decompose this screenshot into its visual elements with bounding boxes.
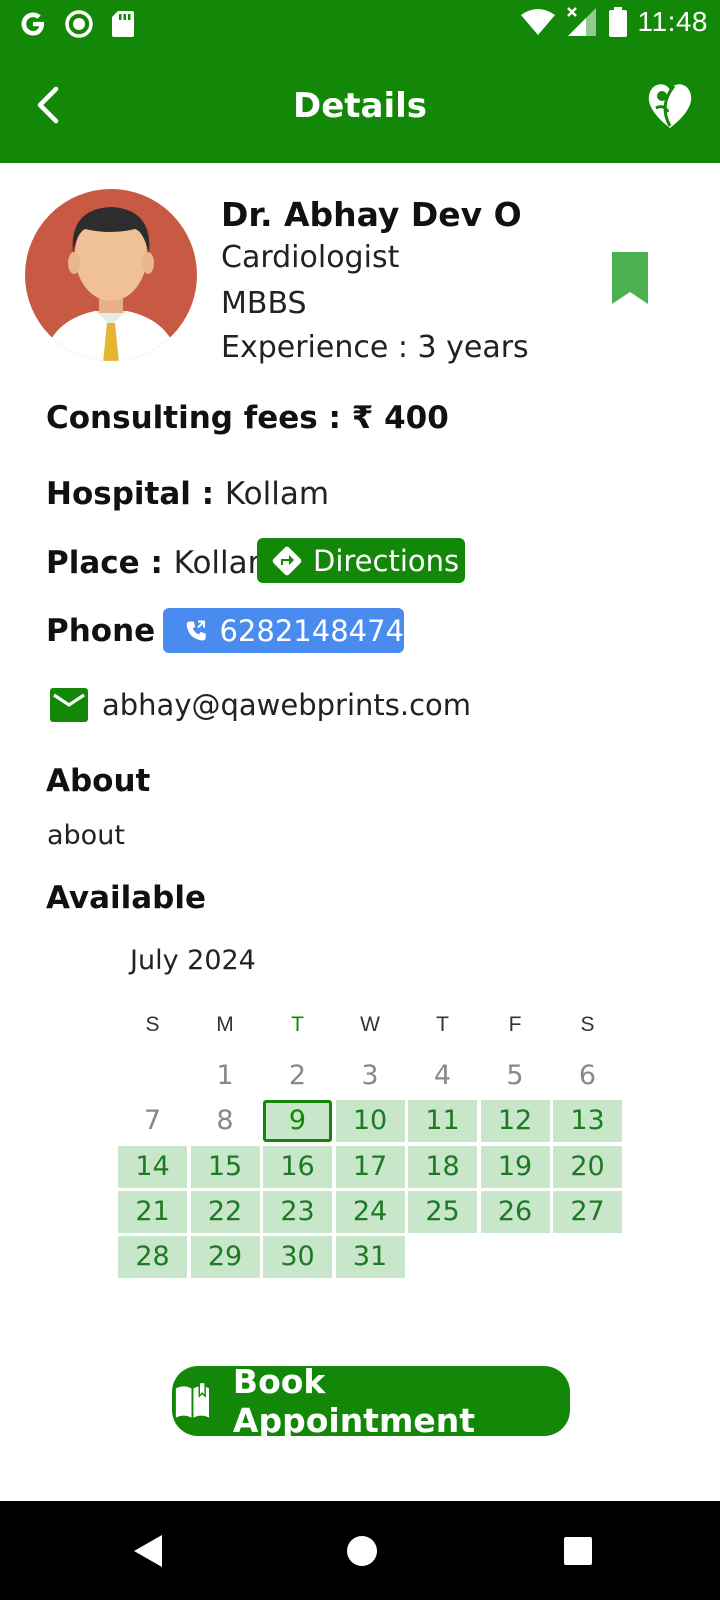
bookmark-icon[interactable]: [610, 250, 650, 306]
system-nav-bar: [0, 1501, 720, 1600]
calendar-day-unavailable: 7: [143, 1105, 162, 1137]
calendar-day-available[interactable]: 11: [408, 1100, 477, 1143]
book-appointment-label: Book Appointment: [232, 1362, 475, 1440]
book-icon: [175, 1381, 210, 1418]
nav-home-icon[interactable]: [342, 1531, 382, 1571]
directions-label: Directions: [313, 543, 460, 578]
calendar-day-available[interactable]: 22: [190, 1190, 260, 1233]
phone-call-button[interactable]: 6282148474: [163, 608, 404, 653]
fees-row: Consulting fees : ₹ 400: [46, 400, 449, 436]
doctor-avatar: [25, 189, 197, 361]
calendar-week-row: 7 8 9 10 11 12 13: [118, 1100, 626, 1143]
page-title: Details: [292, 86, 428, 126]
hospital-label: Hospital :: [46, 476, 225, 512]
calendar-day-available[interactable]: 31: [335, 1236, 405, 1279]
calendar-day-available[interactable]: 17: [335, 1145, 405, 1188]
record-icon: [65, 10, 93, 38]
calendar-month-title: July 2024: [130, 945, 256, 976]
calendar-empty-cell: [481, 1236, 550, 1278]
calendar-day-available[interactable]: 28: [118, 1236, 187, 1279]
wifi-icon: [520, 9, 555, 35]
calendar-day-today[interactable]: 9: [263, 1100, 332, 1143]
weekday-label: T: [436, 1013, 449, 1036]
directions-icon: [272, 546, 302, 575]
calendar-day-unavailable: 4: [433, 1060, 452, 1091]
weekday-label: W: [360, 1013, 380, 1036]
calendar-week-row: 14 15 16 17 18 19 20: [118, 1145, 626, 1188]
hospital-row: Hospital : Kollam: [46, 476, 329, 512]
calendar-day-available[interactable]: 16: [263, 1145, 332, 1188]
nav-back-icon[interactable]: [130, 1531, 170, 1571]
calendar-day-unavailable: 8: [216, 1105, 234, 1137]
sd-card-icon: [112, 11, 134, 37]
calendar-day-unavailable: 1: [216, 1060, 234, 1091]
calendar-day-available[interactable]: 30: [263, 1236, 332, 1279]
fees-value: ₹ 400: [351, 400, 449, 436]
app-bar: Details: [0, 50, 720, 163]
phone-value: 6282148474: [219, 613, 404, 648]
google-icon: [21, 12, 44, 36]
weekday-label: T: [291, 1013, 304, 1036]
calendar-day-available[interactable]: 29: [190, 1236, 260, 1279]
calendar-week-row: 1 2 3 4 5 6: [118, 1055, 626, 1097]
place-label: Place :: [46, 545, 174, 581]
doctor-specialty: Cardiologist: [221, 240, 400, 275]
calendar-day-available[interactable]: 21: [118, 1190, 187, 1233]
about-text: about: [47, 820, 125, 851]
doctor-name: Dr. Abhay Dev O: [221, 195, 522, 234]
nav-recents-icon[interactable]: [558, 1531, 598, 1571]
email-address: abhay@qawebprints.com: [102, 688, 472, 722]
calendar-day-available[interactable]: 14: [118, 1145, 187, 1188]
fees-label: Consulting fees :: [46, 400, 352, 436]
calendar-day-unavailable: 5: [506, 1060, 524, 1091]
calendar-day-available[interactable]: 19: [480, 1145, 550, 1188]
doctor-qualification: MBBS: [221, 286, 307, 321]
calendar-day-available[interactable]: 27: [553, 1190, 622, 1233]
calendar-day-available[interactable]: 20: [553, 1145, 622, 1188]
directions-button[interactable]: Directions: [257, 538, 465, 583]
calendar-empty-cell: [553, 1236, 622, 1278]
calendar-day-available[interactable]: 23: [263, 1190, 332, 1233]
calendar-day-available[interactable]: 18: [408, 1145, 477, 1188]
calendar-day-available[interactable]: 26: [480, 1190, 550, 1233]
hospital-value: Kollam: [224, 476, 330, 512]
calendar-week-row: 28 29 30 31: [118, 1236, 626, 1279]
weekday-label: M: [216, 1013, 234, 1036]
weekday-label: S: [145, 1013, 160, 1036]
calendar-day-available[interactable]: 12: [480, 1100, 550, 1143]
available-heading: Available: [46, 880, 207, 916]
calendar-day-available[interactable]: 24: [335, 1190, 405, 1233]
calendar-day-available[interactable]: 10: [335, 1100, 405, 1143]
place-row: Place : Kollam: [46, 545, 278, 581]
calendar-week-row: 21 22 23 24 25 26 27: [118, 1190, 626, 1233]
calendar-day-available[interactable]: 13: [553, 1100, 622, 1143]
heart-leaf-logo-icon[interactable]: [644, 78, 696, 134]
calendar-weekday-header: SMTWTFS: [118, 1005, 626, 1045]
phone-call-icon: [186, 620, 206, 641]
calendar-empty-cell: [118, 1055, 187, 1097]
calendar-day-available[interactable]: 15: [190, 1145, 260, 1188]
battery-icon: [608, 7, 627, 37]
weekday-label: S: [580, 1013, 595, 1036]
phone-label: Phone :: [46, 613, 179, 649]
email-row[interactable]: abhay@qawebprints.com: [50, 688, 471, 722]
calendar-day-unavailable: 6: [578, 1060, 597, 1091]
doctor-experience: Experience : 3 years: [221, 330, 529, 365]
calendar-day-available[interactable]: 25: [408, 1190, 477, 1233]
signal-icon: [566, 7, 596, 36]
about-heading: About: [46, 763, 151, 799]
mail-icon: [50, 688, 88, 722]
calendar-day-unavailable: 2: [288, 1060, 307, 1091]
status-bar: 11:48: [0, 0, 720, 50]
calendar-day-unavailable: 3: [361, 1060, 379, 1091]
status-time: 11:48: [637, 6, 708, 37]
availability-calendar: SMTWTFS 1 2 3 4 5 6 7 8 9 10 11 12 13 14 15 16 17 18 19 20 2…: [118, 1005, 626, 1281]
calendar-empty-cell: [408, 1236, 477, 1278]
phone-row-label: Phone :: [46, 613, 178, 649]
book-appointment-button[interactable]: Book Appointment: [172, 1362, 570, 1440]
weekday-label: F: [508, 1013, 522, 1036]
